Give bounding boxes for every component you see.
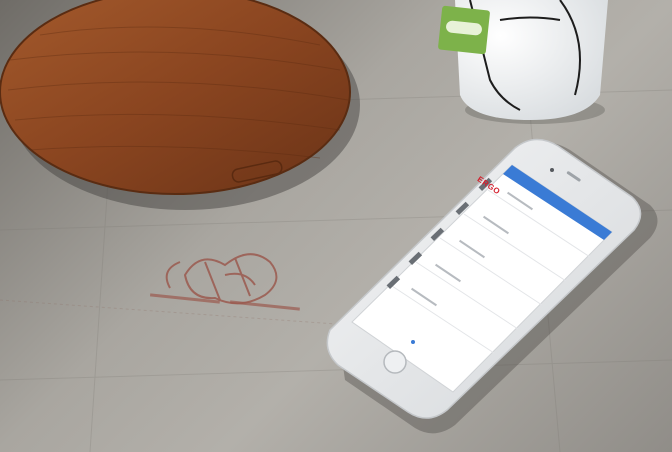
page-indicator-dot <box>411 340 415 344</box>
front-camera <box>550 168 554 172</box>
scene-illustration <box>0 0 672 452</box>
photo-scene: ERGO <box>0 0 672 452</box>
home-button[interactable] <box>383 350 407 374</box>
linen-monogram <box>165 253 278 305</box>
